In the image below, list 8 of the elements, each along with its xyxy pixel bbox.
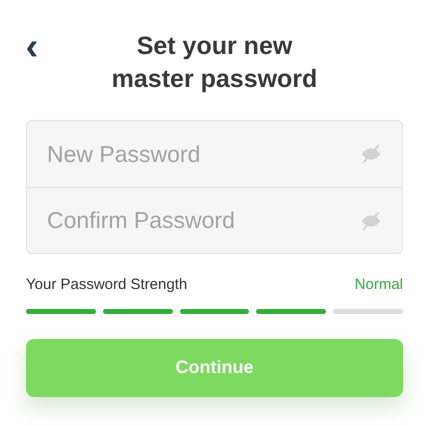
page-title: Set your new master password xyxy=(110,31,318,95)
eye-slash-icon[interactable] xyxy=(360,143,382,165)
password-field[interactable]: Confirm Password xyxy=(47,200,360,240)
strength-label: Your Password Strength xyxy=(26,275,188,295)
eye-slash-icon[interactable] xyxy=(360,210,382,232)
strength-reading: Normal xyxy=(354,275,403,295)
password-field[interactable]: New Password xyxy=(47,134,360,174)
back-button[interactable]: ‹ xyxy=(20,30,44,64)
